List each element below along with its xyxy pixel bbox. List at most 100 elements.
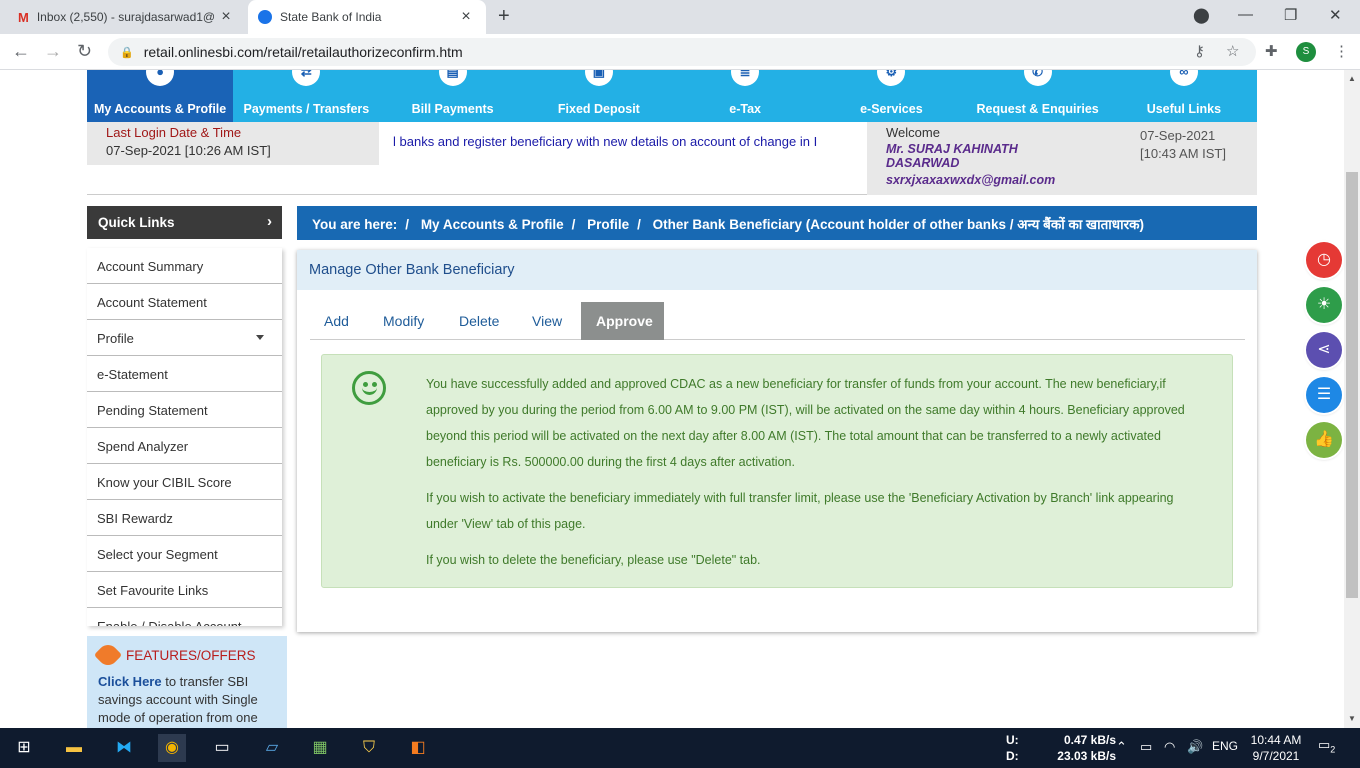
message-paragraph-3: If you wish to delete the beneficiary, p… — [426, 553, 761, 567]
current-time: [10:43 AM IST] — [1140, 146, 1226, 161]
last-login: Last Login Date & Time 07-Sep-2021 [10:2… — [87, 122, 379, 165]
notifications-icon[interactable]: ▭2 — [1318, 737, 1335, 755]
bulb-icon[interactable]: ☀ — [1306, 287, 1342, 323]
profile-avatar[interactable]: S — [1296, 42, 1316, 62]
quick-links-list: Account Summary Account Statement Profil… — [87, 248, 282, 626]
computer-icon[interactable]: ▱ — [258, 734, 286, 762]
quick-link-cibil-score[interactable]: Know your CIBIL Score — [87, 464, 282, 500]
quick-link-account-summary[interactable]: Account Summary — [87, 248, 282, 284]
download-label: D: — [1006, 749, 1019, 763]
breadcrumb-current: Other Bank Beneficiary (Account holder o… — [652, 217, 1144, 232]
thumbs-up-icon[interactable]: 👍 — [1306, 422, 1342, 458]
quick-link-enable-disable[interactable]: Enable / Disable Account — [87, 608, 282, 626]
tab-delete[interactable]: Delete — [459, 302, 499, 340]
file-explorer-icon[interactable]: ▬ — [60, 734, 88, 762]
upload-speed: 0.47 kB/s — [1063, 733, 1116, 747]
success-message: You have successfully added and approved… — [321, 354, 1233, 588]
clock[interactable]: 10:44 AM 9/7/2021 — [1248, 732, 1304, 764]
close-window-button[interactable]: ✕ — [1329, 6, 1342, 24]
quick-links-header[interactable]: Quick Links › — [87, 206, 282, 239]
back-icon[interactable]: ← — [12, 41, 30, 62]
reload-icon[interactable]: ↻ — [77, 41, 92, 62]
nav-useful-links[interactable]: ∞ Useful Links — [1111, 70, 1257, 122]
menu-icon[interactable]: ⋮ — [1334, 42, 1349, 60]
quick-link-account-statement[interactable]: Account Statement — [87, 284, 282, 320]
minimize-button[interactable]: — — [1238, 6, 1253, 23]
vscode-icon[interactable]: ⧓ — [110, 734, 138, 762]
shield-app-icon[interactable]: ⛉ — [355, 734, 383, 762]
quick-links-title: Quick Links — [98, 215, 175, 230]
chevron-up-icon[interactable]: ⌃ — [1116, 739, 1127, 755]
breadcrumb-prefix: You are here: — [312, 217, 398, 232]
chrome-icon[interactable]: ◉ — [158, 734, 186, 762]
quick-link-pending-statement[interactable]: Pending Statement — [87, 392, 282, 428]
battery-icon[interactable]: ▭ — [1140, 739, 1152, 755]
page-scrollbar[interactable]: ▲ ▼ — [1344, 70, 1360, 728]
nav-payments[interactable]: ⇄ Payments / Transfers — [233, 70, 379, 122]
download-speed: 23.03 kB/s — [1057, 749, 1116, 763]
volume-icon[interactable]: 🔊 — [1187, 739, 1203, 755]
news-ticker[interactable]: l banks and register beneficiary with ne… — [393, 134, 853, 149]
star-icon[interactable]: ☆ — [1226, 42, 1239, 60]
forward-icon[interactable]: → — [44, 41, 62, 62]
features-offers: FEATURES/OFFERS Click Here to transfer S… — [87, 636, 287, 728]
extensions-icon[interactable]: ✚ — [1265, 42, 1278, 60]
quick-link-profile[interactable]: Profile — [87, 320, 282, 356]
nav-bill-payments[interactable]: ▤ Bill Payments — [380, 70, 526, 122]
info-row: Last Login Date & Time 07-Sep-2021 [10:2… — [87, 122, 1257, 195]
breadcrumb-my-accounts[interactable]: My Accounts & Profile — [421, 217, 564, 232]
close-icon[interactable]: × — [456, 8, 476, 26]
quick-link-e-statement[interactable]: e-Statement — [87, 356, 282, 392]
new-tab-button[interactable]: + — [498, 5, 510, 28]
restore-button[interactable]: ❐ — [1284, 6, 1297, 24]
chevron-right-icon: › — [267, 213, 272, 230]
quick-link-favourite-links[interactable]: Set Favourite Links — [87, 572, 282, 608]
tab-modify[interactable]: Modify — [383, 302, 424, 340]
scroll-up-icon[interactable]: ▲ — [1348, 74, 1356, 83]
pdf-app-icon[interactable]: ◧ — [404, 734, 432, 762]
nav-request-enquiries[interactable]: ✆ Request & Enquiries — [965, 70, 1111, 122]
notepad-icon[interactable]: ▦ — [306, 734, 334, 762]
beneficiary-panel: Manage Other Bank Beneficiary Add Modify… — [297, 250, 1257, 632]
quick-link-spend-analyzer[interactable]: Spend Analyzer — [87, 428, 282, 464]
language-indicator[interactable]: ENG — [1212, 739, 1238, 753]
nav-my-accounts[interactable]: ● My Accounts & Profile — [87, 70, 234, 122]
scroll-down-icon[interactable]: ▼ — [1348, 714, 1356, 723]
nav-e-tax[interactable]: ≣ e-Tax — [672, 70, 818, 122]
transfer-icon: ⇄ — [292, 70, 321, 86]
wifi-icon[interactable]: ◠ — [1164, 739, 1175, 755]
address-bar[interactable]: 🔒 retail.onlinesbi.com/retail/retailauth… — [108, 38, 1256, 66]
tab-search-icon[interactable]: ⬤ — [1193, 6, 1210, 24]
windows-start-icon[interactable]: ⊞ — [10, 734, 38, 762]
key-icon[interactable]: ⚷ — [1194, 42, 1205, 60]
tag-icon — [93, 640, 123, 670]
beneficiary-tabs: Add Modify Delete View Approve — [310, 302, 1245, 340]
browser-tab-gmail[interactable]: M Inbox (2,550) - surajdasarwad1@ × — [8, 0, 246, 34]
nav-e-services[interactable]: ⚙ e-Services — [818, 70, 964, 122]
caret-down-icon — [256, 335, 264, 340]
time-icon[interactable]: ◷ — [1306, 242, 1342, 278]
gmail-icon: M — [18, 9, 29, 25]
panel-title: Manage Other Bank Beneficiary — [297, 250, 1257, 290]
list-icon[interactable]: ☰ — [1306, 377, 1342, 413]
tab-view[interactable]: View — [532, 302, 562, 340]
user-email: sxrxjxaxaxwxdx@gmail.com — [886, 173, 1056, 187]
quick-link-sbi-rewardz[interactable]: SBI Rewardz — [87, 500, 282, 536]
nav-fixed-deposit[interactable]: ▣ Fixed Deposit — [526, 70, 672, 122]
clock-date: 9/7/2021 — [1252, 749, 1300, 763]
click-here-link[interactable]: Click Here — [98, 674, 162, 689]
features-body: Click Here to transfer SBI savings accou… — [98, 673, 287, 727]
terminal-icon[interactable]: ▭ — [208, 734, 236, 762]
close-icon[interactable]: × — [216, 8, 236, 26]
breadcrumb-profile[interactable]: Profile — [587, 217, 629, 232]
tab-approve[interactable]: Approve — [581, 302, 664, 340]
message-paragraph-2: If you wish to activate the beneficiary … — [426, 491, 1174, 531]
bill-icon: ▤ — [438, 70, 467, 86]
tab-title: State Bank of India — [280, 10, 382, 24]
scroll-thumb[interactable] — [1346, 172, 1358, 598]
tab-add[interactable]: Add — [324, 302, 349, 340]
browser-tab-sbi[interactable]: State Bank of India × — [248, 0, 486, 34]
share-icon[interactable]: ⋖ — [1306, 332, 1342, 368]
clock-time: 10:44 AM — [1250, 733, 1302, 747]
quick-link-select-segment[interactable]: Select your Segment — [87, 536, 282, 572]
